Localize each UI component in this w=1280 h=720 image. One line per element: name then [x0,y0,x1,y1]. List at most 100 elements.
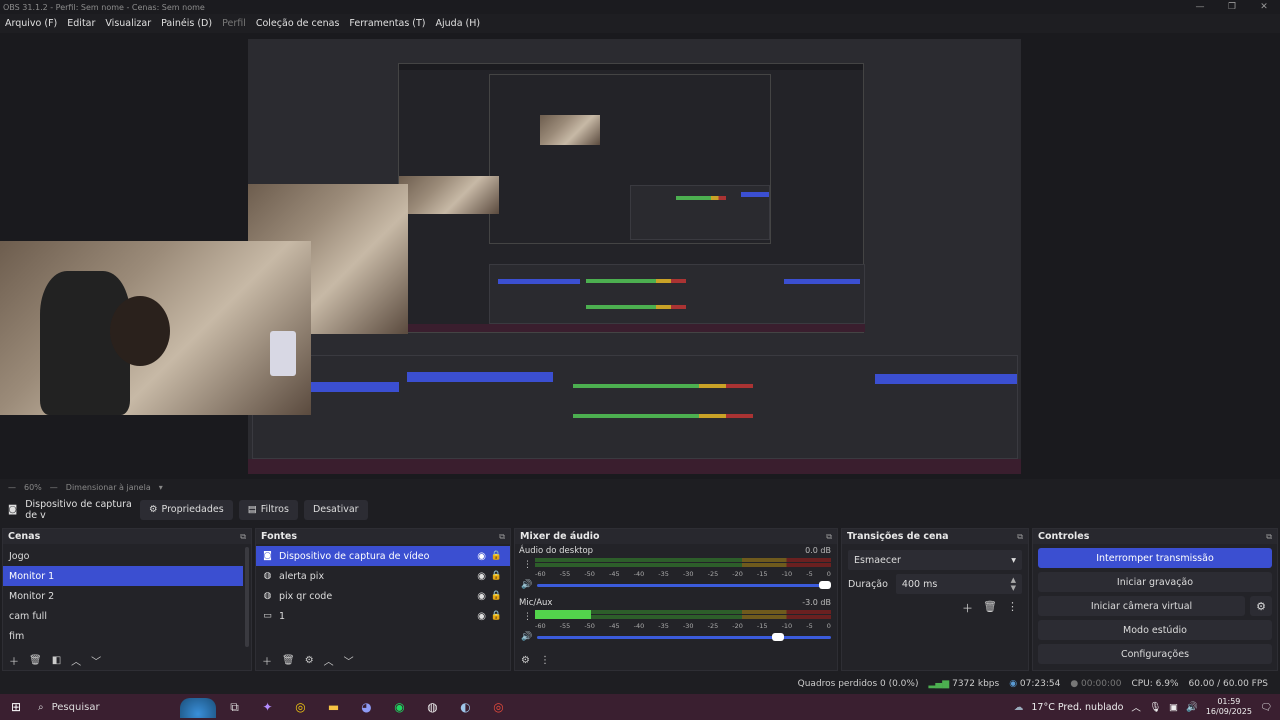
properties-button[interactable]: ⚙ Propriedades [140,499,233,520]
cloud-icon: ☁ [1013,701,1024,713]
slider-knob[interactable] [819,580,831,589]
stop-stream-button[interactable]: Interromper transmissão [1038,548,1272,568]
taskbar-search[interactable]: ⌕ Pesquisar [32,696,218,718]
remove-transition-icon[interactable]: 🗑 [983,600,997,616]
lock-icon[interactable]: 🔒 [491,571,502,581]
eye-icon[interactable]: ◉ [477,611,486,622]
scene-item-cam-full[interactable]: cam full [3,606,243,626]
more-icon[interactable]: ⋮ [523,612,532,622]
weather[interactable]: 17°C Pred. nublado [1031,702,1123,713]
minimize-button[interactable]: — [1184,0,1216,14]
clock[interactable]: 01:59 16/09/2025 [1206,697,1252,717]
controls-title: Controles [1038,531,1090,542]
steam-icon[interactable]: ◐ [449,700,482,714]
source-item-pix-qr-code[interactable]: ◍ pix qr code ◉ 🔒 [256,586,510,606]
slider-knob[interactable] [771,632,784,641]
menu-file[interactable]: Arquivo (F) [0,18,62,29]
volume-row: 🔊 [521,632,831,642]
move-down-icon[interactable]: ﹀ [344,653,354,668]
source-properties-icon[interactable]: ⚙ [305,655,314,666]
spotify-icon[interactable]: ◉ [383,700,416,714]
chrome-icon[interactable]: ◎ [284,700,317,714]
lock-icon[interactable]: 🔒 [491,611,502,621]
scene-item-jogo[interactable]: Jogo [3,546,243,566]
speaker-icon[interactable]: 🔊 [521,580,533,590]
scene-scrollbar[interactable] [245,547,249,647]
more-icon[interactable]: ⋮ [523,560,532,570]
task-view-icon[interactable]: ⧉ [218,700,251,715]
add-scene-icon[interactable]: ＋ [9,653,19,668]
menu-scene-collection[interactable]: Coleção de cenas [251,18,345,29]
source-item-1[interactable]: ▭ 1 ◉ 🔒 [256,606,510,626]
undock-icon[interactable]: ⧉ [1266,532,1272,542]
preview-area [0,33,1280,479]
deactivate-button[interactable]: Desativar [303,499,368,520]
settings-button[interactable]: Configurações [1038,644,1272,664]
volume-slider[interactable] [537,580,831,589]
more-icon[interactable]: ⋮ [540,655,550,666]
person-head [110,296,170,366]
copilot-icon[interactable]: ✦ [251,700,284,714]
remove-scene-icon[interactable]: 🗑 [29,655,42,666]
eye-icon[interactable]: ◉ [477,591,486,602]
preview-canvas[interactable] [248,39,1021,474]
source-item-alerta-pix[interactable]: ◍ alerta pix ◉ 🔒 [256,566,510,586]
menu-tools[interactable]: Ferramentas (T) [344,18,430,29]
add-transition-icon[interactable]: ＋ [962,600,973,616]
zoom-level[interactable]: 60% [24,483,42,492]
duration-input[interactable]: 400 ms ▲ ▼ [895,574,1022,594]
studio-mode-button[interactable]: Modo estúdio [1038,620,1272,640]
transition-select[interactable]: Esmaecer ▾ [848,550,1022,570]
chrome-icon-2[interactable]: ◎ [482,700,515,714]
volume-slider[interactable] [537,632,831,641]
eye-icon[interactable]: ◉ [477,551,486,562]
scene-filters-icon[interactable]: ◧ [52,655,61,666]
close-button[interactable]: ✕ [1248,0,1280,14]
speaker-icon[interactable]: 🔊 [521,632,533,642]
eye-icon[interactable]: ◉ [477,571,486,582]
rec-time: 00:00:00 [1081,679,1122,689]
windows-start-icon[interactable]: ⊞ [0,700,32,714]
lock-icon[interactable]: 🔒 [491,551,502,561]
notification-icon[interactable]: 🗨 [1260,702,1272,713]
volume-icon[interactable]: 🔊 [1186,702,1198,713]
discord-icon[interactable]: ◕ [350,700,383,714]
file-explorer-icon[interactable]: ▬ [317,700,350,714]
spinner-arrows-icon[interactable]: ▲ ▼ [1011,576,1016,592]
undock-icon[interactable]: ⧉ [826,532,832,542]
chevron-down-icon[interactable]: ▾ [159,483,163,492]
resize-to-window[interactable]: Dimensionar à janela [66,483,151,492]
cpu-usage: CPU: 6.9% [1131,679,1179,689]
advanced-audio-icon[interactable]: ⚙ [521,655,530,666]
filters-button[interactable]: ▤ Filtros [238,499,298,520]
remove-source-icon[interactable]: 🗑 [282,655,295,666]
add-source-icon[interactable]: ＋ [262,653,272,668]
obs-icon[interactable]: ◍ [416,700,449,714]
tray-chevron-icon[interactable]: ︿ [1131,700,1141,714]
scene-item-monitor-1[interactable]: Monitor 1 [3,566,243,586]
source-item-video-capture[interactable]: ◙ Dispositivo de captura de vídeo ◉ 🔒 [256,546,510,566]
undock-icon[interactable]: ⧉ [1017,532,1023,542]
more-icon[interactable]: ⋮ [1007,600,1018,616]
scene-item-monitor-2[interactable]: Monitor 2 [3,586,243,606]
menu-docks[interactable]: Painéis (D) [156,18,217,29]
source-label: alerta pix [279,570,325,582]
maximize-button[interactable]: ❐ [1216,0,1248,14]
start-virtual-cam-button[interactable]: Iniciar câmera virtual [1038,596,1245,616]
transition-tools: ＋ 🗑 ⋮ [842,600,1028,616]
menu-help[interactable]: Ajuda (H) [431,18,486,29]
move-up-icon[interactable]: ︿ [71,653,81,668]
network-icon[interactable]: ▣ [1169,702,1178,713]
nested-taskbar [399,324,865,332]
scene-item-fim[interactable]: fim [3,626,243,646]
menu-view[interactable]: Visualizar [100,18,156,29]
undock-icon[interactable]: ⧉ [240,532,246,542]
lock-icon[interactable]: 🔒 [491,591,502,601]
virtual-cam-settings-button[interactable]: ⚙ [1250,596,1272,616]
move-up-icon[interactable]: ︿ [324,653,334,668]
move-down-icon[interactable]: ﹀ [91,653,101,668]
start-recording-button[interactable]: Iniciar gravação [1038,572,1272,592]
undock-icon[interactable]: ⧉ [499,532,505,542]
microphone-icon[interactable]: 🎙 [1149,702,1161,713]
menu-edit[interactable]: Editar [62,18,100,29]
